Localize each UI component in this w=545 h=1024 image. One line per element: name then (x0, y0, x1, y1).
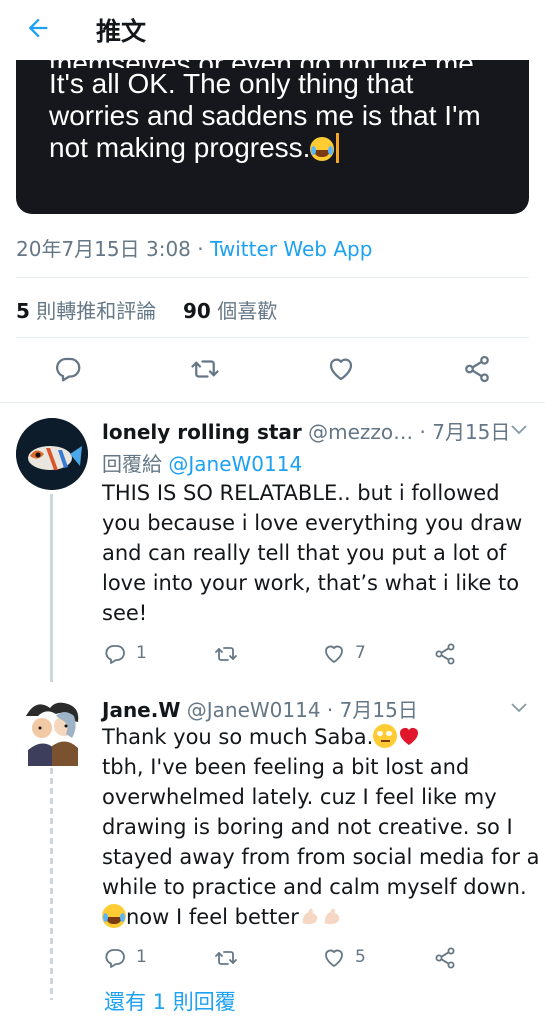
tweet-timestamp: 20年7月15日 3:08 · Twitter Web App (16, 233, 372, 262)
retweets-count: 5 (16, 299, 30, 323)
retweet-icon[interactable] (214, 642, 238, 666)
divider (16, 277, 529, 278)
body-line: THIS IS SO RELATABLE.. but i followed (102, 481, 500, 505)
share-icon[interactable] (433, 946, 457, 970)
body-line: you because i love everything you draw (102, 511, 523, 535)
retweets-stat[interactable]: 5 則轉推和評論 (16, 299, 156, 323)
handle: @JaneW0114 (180, 698, 321, 722)
character-avatar-image (16, 694, 88, 766)
red-heart-emoji (400, 728, 419, 745)
reply-author[interactable]: Jane.W @JaneW0114 · 7月15日 (102, 694, 418, 723)
back-button[interactable] (16, 8, 60, 48)
reply-icon[interactable] (53, 354, 83, 384)
media-caption: themselves or even do not like me. It's … (49, 60, 519, 164)
like-icon[interactable] (322, 946, 346, 970)
display-name: lonely rolling star (102, 420, 302, 444)
page-title: 推文 (96, 17, 147, 46)
reply-icon[interactable] (103, 946, 127, 970)
flexed-biceps-emoji (302, 908, 318, 925)
text-cursor (336, 133, 340, 163)
body-line: Thank you so much Saba. (102, 725, 374, 749)
body-line: tbh, I've been feeling a bit lost and (102, 755, 470, 779)
top-bar: 推文 (0, 0, 545, 60)
avatar[interactable] (16, 694, 88, 766)
retweet-icon[interactable] (214, 946, 238, 970)
like-count: 7 (355, 643, 366, 663)
body-line: overwhelmed lately. cuz I feel like my (102, 785, 497, 809)
show-more-replies-link[interactable]: 還有 1 則回覆 (104, 986, 236, 1016)
mention-link[interactable]: @JaneW0114 (168, 452, 302, 476)
media-line: not making progress. (49, 132, 311, 163)
media-line: worries and saddens me is that I'm (49, 100, 481, 131)
chevron-down-icon[interactable] (510, 424, 528, 436)
tweet-actions (0, 340, 545, 400)
handle: @mezzo… (301, 420, 414, 444)
share-icon[interactable] (433, 642, 457, 666)
laughing-crying-emoji (102, 904, 126, 928)
rolling-eyes-emoji (373, 724, 398, 748)
body-line: drawing is boring and not creative. so I (102, 815, 513, 839)
reply-tweet[interactable]: lonely rolling star @mezzo… · 7月15日 回覆給 … (0, 402, 545, 682)
avatar[interactable] (16, 418, 88, 490)
body-line: love into your work, that’s what i like … (102, 571, 520, 595)
reply-time: · 7月15日 (320, 698, 418, 722)
fish-avatar-image (16, 418, 88, 490)
likes-label: 個喜歡 (210, 299, 278, 323)
like-icon[interactable] (326, 354, 356, 384)
reply-body: Thank you so much Saba. tbh, I've been f… (102, 722, 540, 932)
like-icon[interactable] (322, 642, 346, 666)
like-count: 5 (355, 947, 366, 967)
reply-count: 1 (136, 947, 147, 967)
chevron-down-icon[interactable] (510, 702, 528, 714)
reply-count: 1 (136, 643, 147, 663)
tweet-media-image[interactable]: themselves or even do not like me. It's … (16, 60, 529, 214)
body-line: and can really tell that you put a lot o… (102, 541, 507, 565)
display-name: Jane.W (102, 698, 181, 722)
flexed-biceps-emoji (324, 908, 340, 925)
media-line: It's all OK. The only thing that (49, 68, 414, 99)
retweets-label: 則轉推和評論 (29, 299, 157, 323)
body-line: now I feel better (126, 905, 299, 929)
tweet-time: 20年7月15日 3:08 · (16, 237, 210, 261)
likes-stat[interactable]: 90 個喜歡 (183, 299, 277, 323)
share-icon[interactable] (462, 354, 492, 384)
retweet-icon[interactable] (190, 354, 220, 384)
media-line: themselves or even do not like me. (49, 60, 519, 68)
divider (16, 337, 529, 338)
tweet-stats: 5 則轉推和評論 90 個喜歡 (16, 295, 277, 324)
body-line: stayed away from from social media for a (102, 845, 540, 869)
arrow-left-icon (28, 18, 48, 38)
reply-tweet[interactable]: Jane.W @JaneW0114 · 7月15日 Thank you so m… (0, 682, 545, 1000)
likes-count: 90 (183, 299, 211, 323)
replying-to: 回覆給 @JaneW0114 (102, 448, 302, 477)
tweet-source-link[interactable]: Twitter Web App (210, 237, 372, 261)
reply-actions: 1 7 (0, 640, 545, 670)
reply-icon[interactable] (103, 642, 127, 666)
reply-body: THIS IS SO RELATABLE.. but i followed yo… (102, 478, 537, 628)
reply-actions: 1 5 (0, 944, 545, 974)
reply-time: · 7月15日 (413, 420, 511, 444)
replying-prefix: 回覆給 (102, 452, 169, 476)
reply-author[interactable]: lonely rolling star @mezzo… · 7月15日 (102, 416, 510, 445)
body-line: while to practice and calm myself down. (102, 875, 527, 899)
laughing-crying-emoji (310, 137, 335, 161)
body-line: see! (102, 601, 148, 625)
